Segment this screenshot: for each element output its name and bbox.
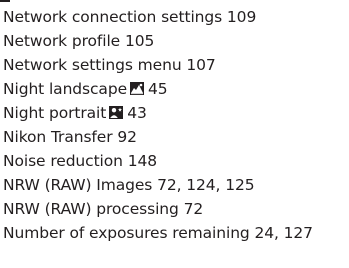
index-pages: 43 [127,104,147,122]
index-pages: 148 [127,152,157,170]
index-entry-network-profile: Network profile 105 [3,29,313,53]
letter-heading-rule [0,0,10,2]
index-pages: 109 [226,8,257,26]
index-term: Noise reduction [3,152,123,170]
index-term: NRW (RAW) processing [3,200,179,218]
index-pages: 72 [183,200,204,218]
index-entry-noise-reduction: Noise reduction 148 [3,149,313,173]
index-term: Number of exposures remaining [3,224,250,242]
index-pages: 92 [117,128,137,146]
index-entry-nrw-raw-images: NRW (RAW) Images 72, 124, 125 [3,173,313,197]
index-entry-network-settings-menu: Network settings menu 107 [3,53,313,77]
index-pages: 72, 124, 125 [157,176,255,194]
index-term: Network connection settings [3,8,223,26]
index-term: Nikon Transfer [3,128,113,146]
night-portrait-icon [109,106,124,119]
index-entry-number-of-exposures-remaining: Number of exposures remaining 24, 127 [3,221,313,245]
index-entry-night-portrait: Night portrait 43 [3,101,313,125]
index-term: Network settings menu [3,56,182,74]
index-pages: 105 [124,32,155,50]
index-term: Night portrait [3,104,107,122]
index-list: Network connection settings 109 Network p… [3,5,313,245]
index-entry-night-landscape: Night landscape 45 [3,77,313,101]
night-landscape-icon [130,82,145,95]
index-pages: 24, 127 [254,224,313,242]
index-term: Network profile [3,32,121,50]
index-term: Night landscape [3,80,128,98]
index-pages: 45 [148,80,168,98]
index-entry-nrw-raw-processing: NRW (RAW) processing 72 [3,197,313,221]
index-entry-nikon-transfer: Nikon Transfer 92 [3,125,313,149]
index-entry-network-connection-settings: Network connection settings 109 [3,5,313,29]
index-term: NRW (RAW) Images [3,176,153,194]
index-pages: 107 [186,56,216,74]
